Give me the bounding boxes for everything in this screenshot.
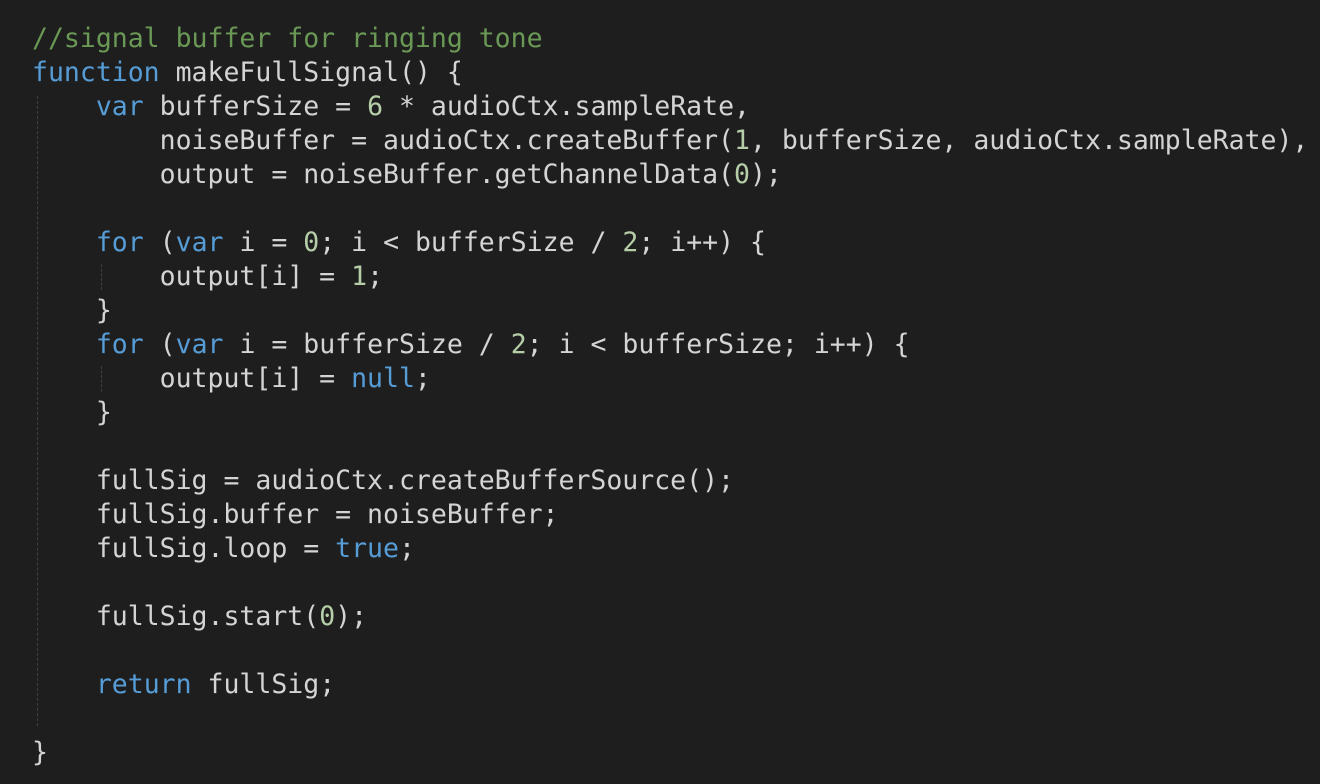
- code-token-number: 0: [734, 159, 750, 190]
- code-token-text: makeFullSignal() {: [159, 57, 463, 88]
- code-token-number: 1: [351, 261, 368, 292]
- code-token-text: ; i < bufferSize; i++) {: [526, 329, 910, 360]
- code-line[interactable]: fullSig.start(0);: [32, 600, 1308, 634]
- code-token-text: }: [32, 737, 48, 768]
- code-token-text: output[i] =: [32, 261, 352, 292]
- code-token-keyword: var: [175, 329, 224, 360]
- code-token-text: * audioCtx.sampleRate,: [383, 91, 750, 122]
- code-token-keyword: for: [95, 227, 144, 258]
- code-token-text: ;: [367, 261, 384, 292]
- code-token-text: fullSig;: [191, 669, 336, 700]
- code-line[interactable]: output[i] = 1;: [32, 260, 1308, 294]
- code-token-text: );: [749, 159, 782, 190]
- code-text[interactable]: //signal buffer for ringing tone function…: [32, 22, 1308, 770]
- code-line[interactable]: }: [32, 294, 1308, 328]
- code-token-text: , bufferSize, audioCtx.sampleRate),: [749, 125, 1309, 156]
- code-token-text: fullSig.loop =: [32, 533, 336, 564]
- code-token-number: 0: [319, 601, 336, 632]
- code-line[interactable]: return fullSig;: [32, 668, 1308, 702]
- code-token-text: output = noiseBuffer.getChannelData(: [32, 159, 734, 190]
- code-token-text: }: [32, 295, 112, 326]
- code-token-text: }: [32, 397, 112, 428]
- code-token-text: ;: [414, 363, 431, 394]
- code-token-text: bufferSize =: [143, 91, 368, 122]
- code-line[interactable]: function makeFullSignal() {: [32, 56, 1308, 90]
- code-token-keyword: function: [32, 57, 160, 88]
- code-line[interactable]: for (var i = 0; i < bufferSize / 2; i++)…: [32, 226, 1308, 260]
- code-token-keyword: var: [95, 91, 144, 122]
- code-token-text: fullSig = audioCtx.createBufferSource();: [32, 465, 734, 496]
- code-token-keyword: true: [335, 533, 399, 564]
- code-line[interactable]: [32, 430, 1308, 464]
- code-line[interactable]: var bufferSize = 6 * audioCtx.sampleRate…: [32, 90, 1308, 124]
- code-line[interactable]: [32, 192, 1308, 226]
- code-token-number: 6: [367, 91, 384, 122]
- code-line[interactable]: }: [32, 396, 1308, 430]
- code-token-text: (: [143, 227, 176, 258]
- code-token-number: 0: [303, 227, 320, 258]
- code-token-keyword: return: [95, 669, 192, 700]
- code-token-text: i = bufferSize /: [223, 329, 511, 360]
- code-token-text: i =: [223, 227, 304, 258]
- code-token-text: fullSig.start(: [32, 601, 320, 632]
- code-token-text: noiseBuffer = audioCtx.createBuffer(: [32, 125, 734, 156]
- code-line[interactable]: //signal buffer for ringing tone: [32, 22, 1308, 56]
- code-token-number: 1: [734, 125, 750, 156]
- code-token-text: ;: [398, 533, 415, 564]
- code-token-text: ; i++) {: [638, 227, 766, 258]
- code-editor[interactable]: //signal buffer for ringing tone function…: [0, 0, 1320, 784]
- code-line[interactable]: noiseBuffer = audioCtx.createBuffer(1, b…: [32, 124, 1309, 158]
- code-line[interactable]: output[i] = null;: [32, 362, 1308, 396]
- code-token-number: 2: [510, 329, 527, 360]
- code-token-text: fullSig.buffer = noiseBuffer;: [32, 499, 559, 530]
- code-line[interactable]: fullSig = audioCtx.createBufferSource();: [32, 464, 1308, 498]
- code-token-text: (: [143, 329, 176, 360]
- code-line[interactable]: }: [32, 736, 1308, 770]
- code-line[interactable]: [32, 566, 1308, 600]
- code-line[interactable]: [32, 634, 1308, 668]
- code-token-text: ; i < bufferSize /: [319, 227, 623, 258]
- code-line[interactable]: for (var i = bufferSize / 2; i < bufferS…: [32, 328, 1308, 362]
- code-token-keyword: for: [95, 329, 144, 360]
- code-token-keyword: null: [351, 363, 415, 394]
- code-token-text: );: [335, 601, 368, 632]
- code-line[interactable]: [32, 702, 1308, 736]
- code-token-number: 2: [622, 227, 639, 258]
- code-line[interactable]: fullSig.loop = true;: [32, 532, 1308, 566]
- code-token-text: output[i] =: [32, 363, 352, 394]
- code-token-keyword: var: [175, 227, 224, 258]
- code-token-comment: //signal buffer for ringing tone: [32, 23, 543, 54]
- code-line[interactable]: fullSig.buffer = noiseBuffer;: [32, 498, 1308, 532]
- code-line[interactable]: output = noiseBuffer.getChannelData(0);: [32, 158, 1308, 192]
